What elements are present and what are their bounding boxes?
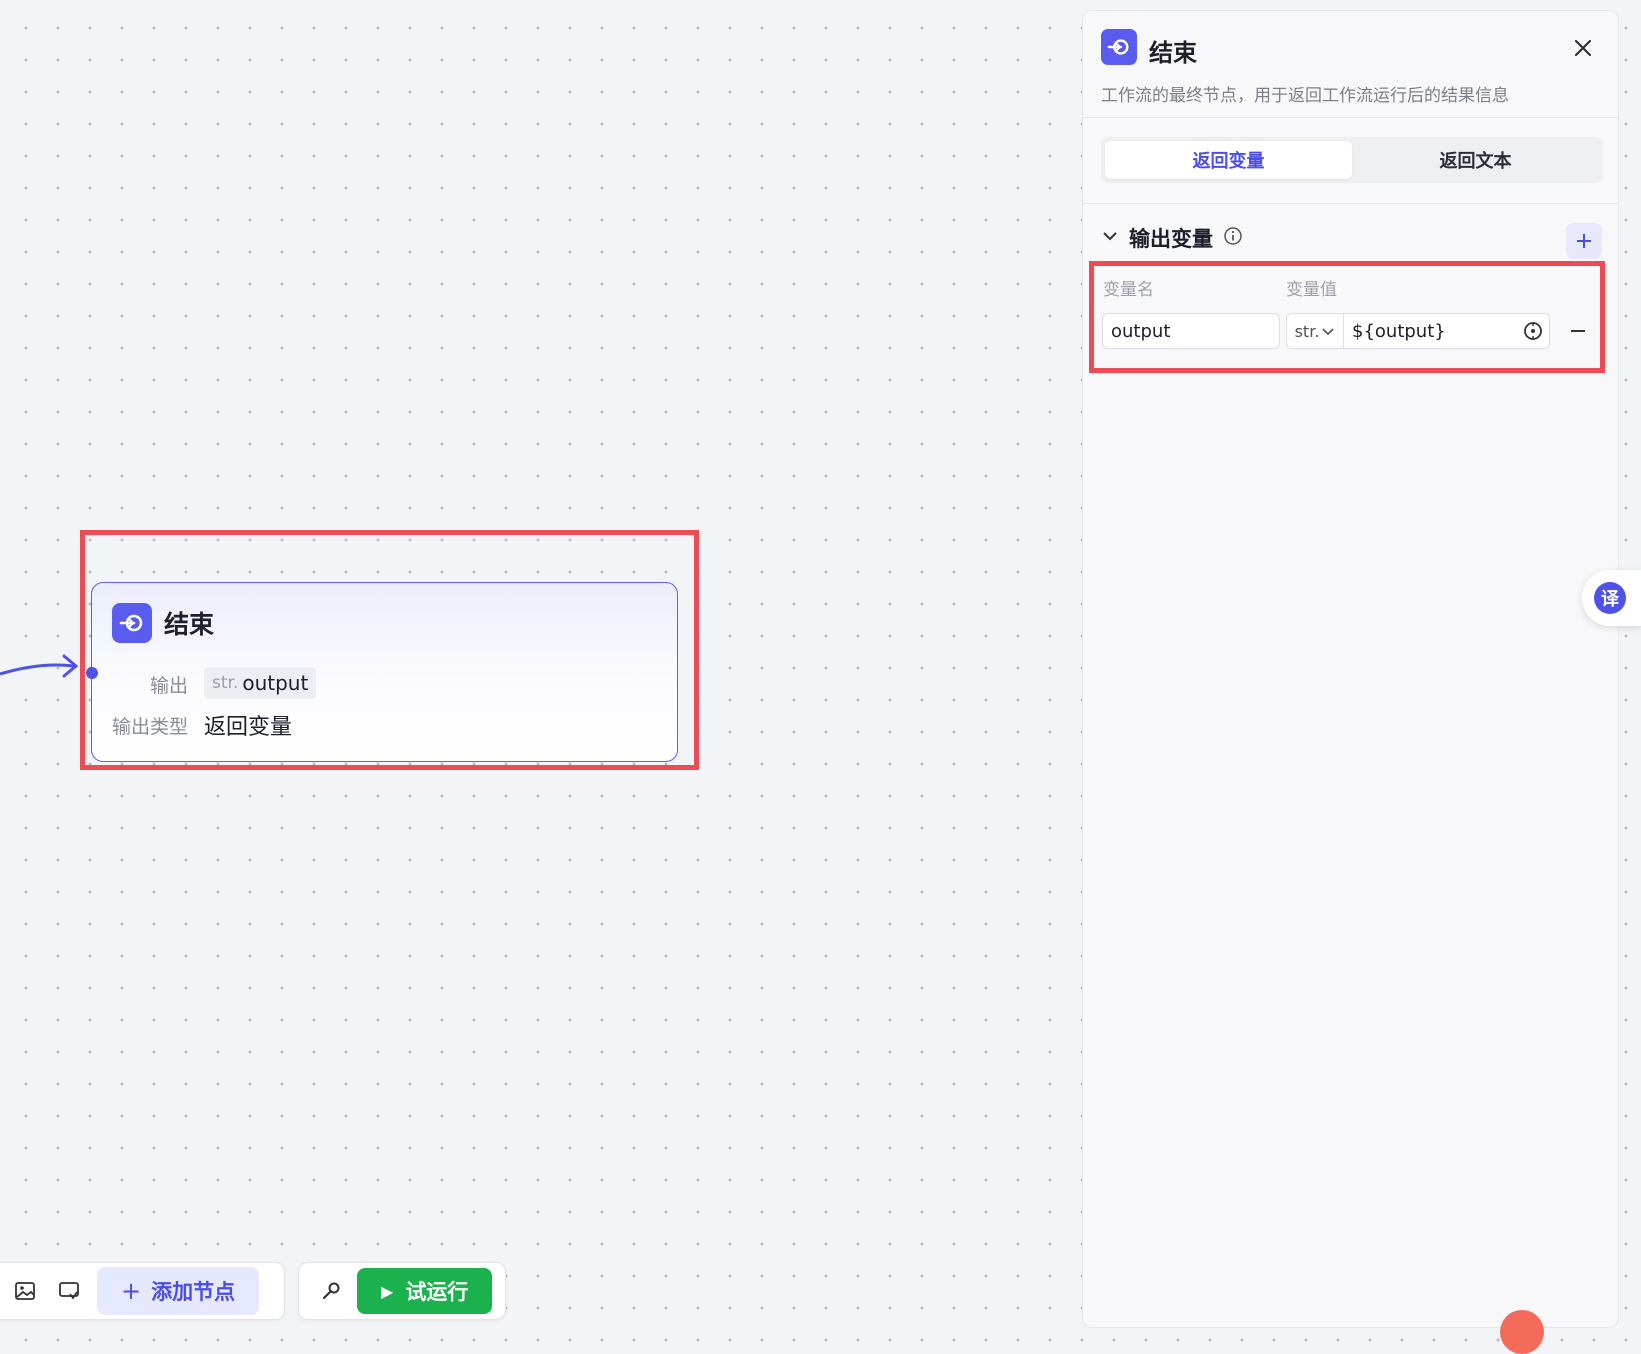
canvas-toolbar: + 添加节点	[0, 1262, 285, 1320]
close-icon[interactable]	[1568, 33, 1598, 63]
end-node[interactable]: 结束 输出 str. output 输出类型 返回变量	[91, 582, 678, 762]
tab-return-variable[interactable]: 返回变量	[1105, 141, 1352, 179]
variable-value-field: str. ${output}	[1286, 313, 1550, 349]
variable-name-value: output	[1111, 320, 1171, 342]
plus-icon: +	[121, 1277, 142, 1305]
assistant-avatar[interactable]	[1500, 1310, 1544, 1354]
variable-value-input[interactable]: ${output}	[1352, 321, 1523, 342]
panel-title: 结束	[1149, 39, 1197, 67]
type-select[interactable]: str.	[1287, 314, 1344, 348]
variable-reference-icon[interactable]	[1523, 321, 1543, 341]
trial-run-button[interactable]: ▶ 试运行	[357, 1268, 493, 1314]
output-mode-tabs: 返回变量 返回文本	[1101, 137, 1603, 183]
type-badge: str.	[212, 673, 239, 693]
minus-icon	[1571, 330, 1585, 332]
variable-name-input[interactable]: output	[1102, 313, 1280, 349]
panel-description: 工作流的最终节点，用于返回工作流运行后的结果信息	[1101, 86, 1509, 106]
end-node-icon	[112, 603, 152, 643]
output-type-value: 返回变量	[204, 715, 293, 740]
output-type-label: 输出类型	[112, 716, 189, 738]
end-node-icon	[1101, 29, 1137, 65]
type-select-value: str.	[1294, 321, 1320, 341]
chevron-down-icon	[1322, 328, 1334, 336]
tab-return-text[interactable]: 返回文本	[1352, 141, 1599, 179]
divider	[1083, 203, 1618, 204]
plus-icon	[1577, 234, 1591, 248]
translate-button[interactable]: 译	[1582, 570, 1641, 626]
end-node-panel: 结束 工作流的最终节点，用于返回工作流运行后的结果信息 返回变量 返回文本 输出…	[1082, 10, 1619, 1328]
node-input-handle[interactable]	[86, 667, 98, 679]
column-variable-value: 变量值	[1286, 280, 1337, 300]
column-variable-name: 变量名	[1103, 280, 1154, 300]
output-variables-header[interactable]: 输出变量	[1101, 223, 1243, 253]
chevron-down-icon[interactable]	[1101, 227, 1119, 249]
divider	[1083, 117, 1618, 118]
translate-icon: 译	[1594, 582, 1626, 614]
run-toolbar: ▶ 试运行	[298, 1262, 506, 1320]
section-title: 输出变量	[1129, 227, 1213, 251]
remove-variable-button[interactable]	[1566, 319, 1590, 343]
add-node-label: 添加节点	[151, 1280, 236, 1304]
info-icon[interactable]	[1223, 226, 1243, 250]
image-icon[interactable]	[3, 1269, 47, 1313]
node-title: 结束	[164, 610, 215, 639]
add-node-button[interactable]: + 添加节点	[97, 1267, 260, 1315]
play-icon: ▶	[381, 1281, 394, 1301]
wrench-icon[interactable]	[305, 1269, 357, 1313]
comment-icon[interactable]	[47, 1269, 91, 1313]
output-var-name: output	[242, 671, 309, 695]
add-variable-button[interactable]	[1566, 223, 1602, 259]
output-tag: str. output	[204, 667, 317, 699]
trial-run-label: 试运行	[405, 1280, 469, 1304]
output-label: 输出	[149, 675, 188, 697]
